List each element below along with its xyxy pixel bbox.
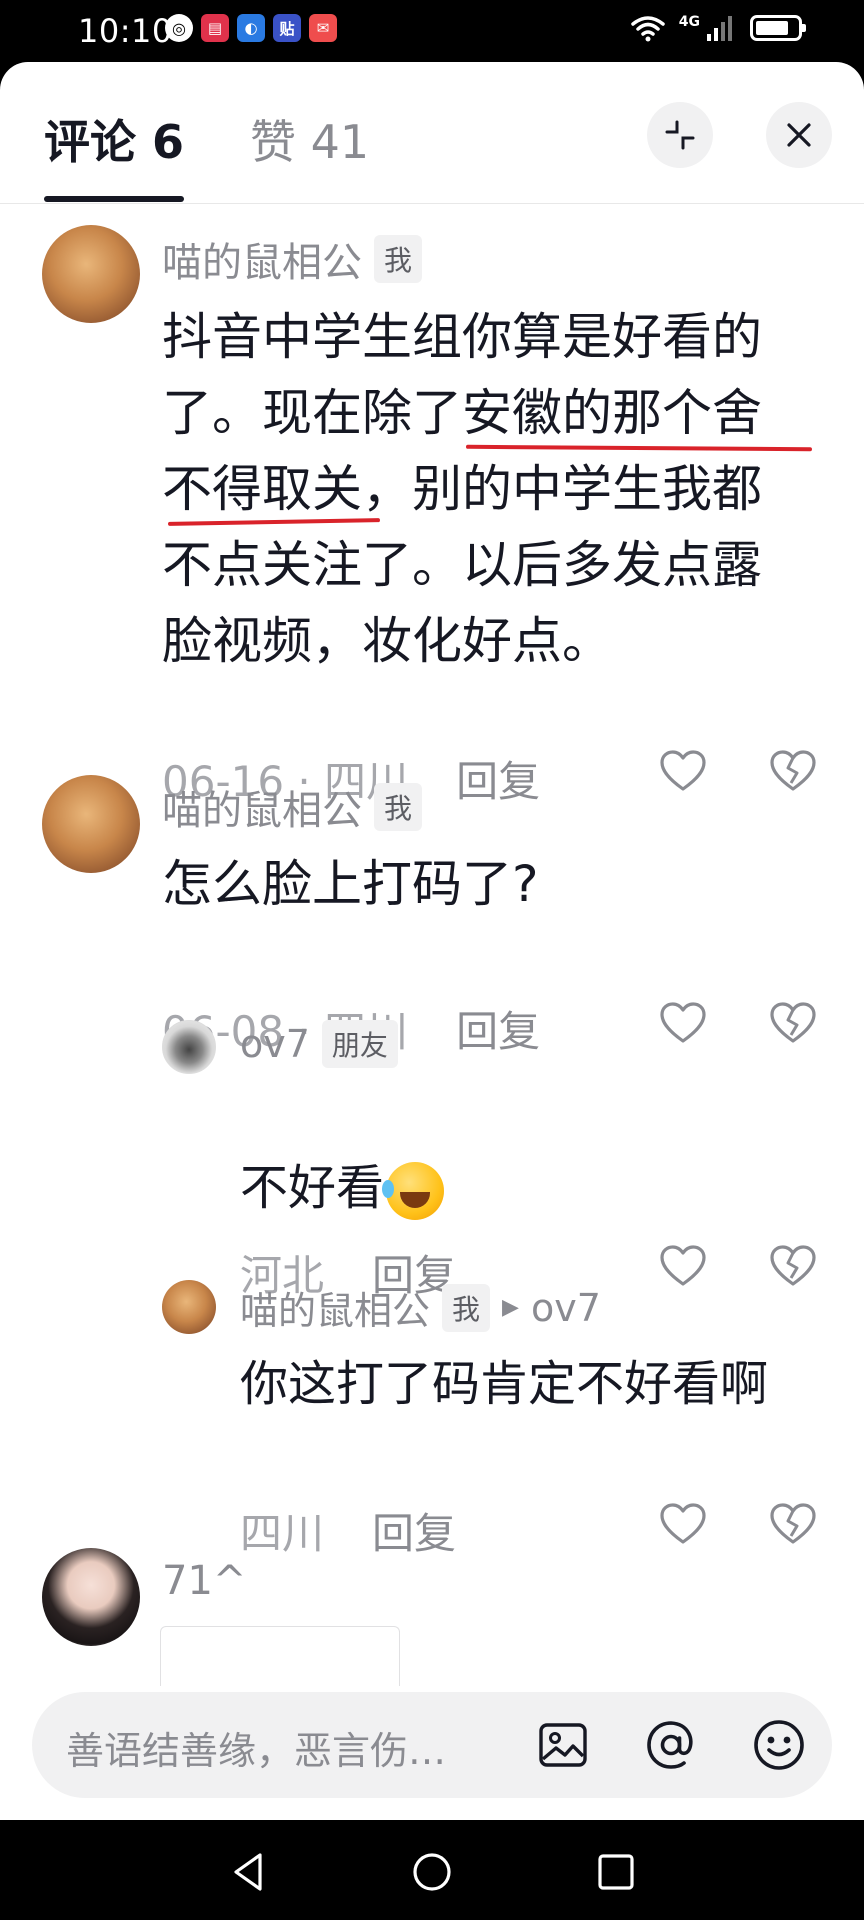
avatar[interactable]	[42, 1548, 140, 1646]
reply-meta: 四川 回复	[240, 1500, 456, 1561]
comment-nickname[interactable]: 71^	[162, 1558, 246, 1604]
status-bar: 10:10 ◎ ▤ ◐ 贴 ✉ 4G	[0, 0, 864, 64]
friend-badge: 朋友	[321, 1020, 398, 1068]
close-button[interactable]	[766, 102, 832, 168]
dislike-heart-icon[interactable]	[770, 750, 816, 792]
reply-nickname[interactable]: ov7	[240, 1022, 310, 1066]
sheet-header: 评论 6 赞 41	[0, 62, 864, 204]
like-heart-icon[interactable]	[660, 750, 706, 792]
self-badge: 我	[374, 235, 423, 283]
reply-text-content: 不好看	[240, 1160, 385, 1216]
tab-comments[interactable]: 评论 6	[44, 106, 184, 172]
recents-icon[interactable]	[594, 1850, 638, 1894]
comment-input[interactable]: 善语结善缘，恶言伤…	[66, 1720, 446, 1775]
self-badge: 我	[442, 1283, 491, 1332]
rofl-emoji-icon	[382, 1162, 445, 1220]
comment-text[interactable]: 怎么脸上打码了?	[162, 846, 812, 922]
self-badge: 我	[374, 783, 423, 831]
image-button[interactable]	[534, 1716, 592, 1774]
reader-icon: ▤	[201, 14, 229, 42]
system-nav-bar	[0, 1820, 864, 1920]
mention-button[interactable]	[642, 1716, 700, 1774]
dislike-heart-icon[interactable]	[770, 1245, 816, 1287]
close-icon	[787, 123, 811, 147]
comment-header: 71^	[162, 1558, 246, 1604]
status-time: 10:10	[78, 12, 173, 50]
media-placeholder	[160, 1626, 400, 1686]
avatar[interactable]	[162, 1280, 216, 1334]
collapse-icon	[665, 120, 695, 150]
smiley-icon	[754, 1720, 804, 1770]
like-heart-icon[interactable]	[660, 1503, 706, 1545]
status-app-icons: ◎ ▤ ◐ 贴 ✉	[165, 14, 337, 42]
comment-header: 喵的鼠相公 我	[162, 778, 423, 836]
comment-header: 喵的鼠相公 我	[162, 230, 423, 288]
comment-sheet: 评论 6 赞 41 喵的鼠相公 我 抖音中学生组你算是好看的 了。现在除了安徽的…	[0, 62, 864, 1820]
at-icon	[647, 1721, 693, 1769]
like-heart-icon[interactable]	[660, 1002, 706, 1044]
back-icon[interactable]	[226, 1850, 270, 1894]
reply-text[interactable]: 你这打了码肯定不好看啊	[240, 1352, 840, 1416]
tab-indicator	[44, 196, 184, 202]
dislike-heart-icon[interactable]	[770, 1503, 816, 1545]
reply-button[interactable]: 回复	[456, 748, 540, 809]
reply-button[interactable]: 回复	[372, 1500, 456, 1561]
signal-icon	[707, 16, 732, 41]
reply-location: 四川	[240, 1509, 325, 1558]
wifi-icon	[631, 16, 665, 42]
reply-text[interactable]: 不好看	[240, 1092, 800, 1220]
comment-nickname[interactable]: 喵的鼠相公	[162, 778, 362, 836]
comment-nickname[interactable]: 喵的鼠相公	[162, 230, 362, 288]
comment-text[interactable]: 抖音中学生组你算是好看的 了。现在除了安徽的那个舍 不得取关，别的中学生我都 不…	[162, 299, 812, 679]
reply-button[interactable]: 回复	[456, 998, 540, 1059]
battery-icon	[750, 15, 806, 41]
emoji-button[interactable]	[750, 1716, 808, 1774]
reply-header: ov7 朋友	[240, 1020, 398, 1068]
collapse-button[interactable]	[647, 102, 713, 168]
browser-icon: ◎	[165, 14, 193, 42]
reply-nickname[interactable]: 喵的鼠相公	[240, 1280, 430, 1335]
network-type: 4G	[678, 14, 700, 30]
like-heart-icon[interactable]	[660, 1245, 706, 1287]
reply-to-nickname[interactable]: ov7	[531, 1286, 601, 1330]
image-icon	[539, 1723, 587, 1767]
avatar[interactable]	[42, 225, 140, 323]
mall-icon: ✉	[309, 14, 337, 42]
dislike-heart-icon[interactable]	[770, 1002, 816, 1044]
avatar[interactable]	[42, 775, 140, 873]
reply-header: 喵的鼠相公 我 ▶ ov7	[240, 1280, 601, 1335]
status-right: 4G	[631, 14, 806, 42]
avatar[interactable]	[162, 1020, 216, 1074]
tab-likes[interactable]: 赞 41	[250, 106, 369, 172]
reply-to-arrow-icon: ▶	[502, 1295, 519, 1320]
tieba-icon: 贴	[273, 14, 301, 42]
maps-icon: ◐	[237, 14, 265, 42]
battery-level	[756, 21, 788, 35]
home-icon[interactable]	[410, 1850, 454, 1894]
comment-input-bar[interactable]: 善语结善缘，恶言伤…	[32, 1692, 832, 1798]
